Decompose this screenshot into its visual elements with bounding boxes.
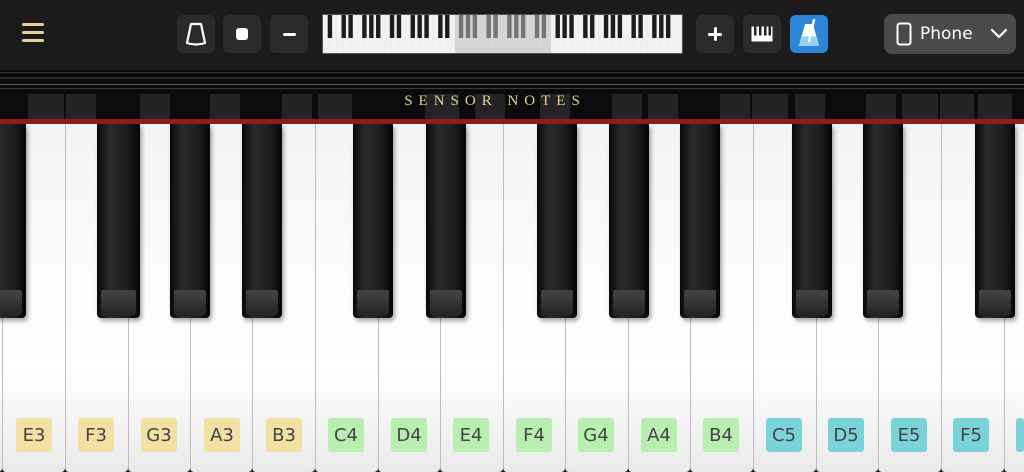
note-label: G3: [141, 418, 177, 452]
minus-icon: [282, 32, 296, 36]
zoom-out-button[interactable]: [270, 15, 308, 53]
black-key-tip: [541, 290, 573, 316]
hamburger-menu-icon[interactable]: [20, 20, 48, 48]
black-key[interactable]: [353, 124, 393, 318]
note-label: B3: [266, 418, 302, 452]
plus-icon: [708, 27, 722, 41]
black-key[interactable]: [170, 124, 210, 318]
device-label: Phone: [920, 24, 973, 44]
top-toolbar: Phone: [0, 0, 1024, 70]
zoom-in-button[interactable]: [696, 15, 734, 53]
note-label: F5: [953, 418, 989, 452]
stop-button[interactable]: [223, 15, 261, 53]
note-label: D4: [391, 418, 427, 452]
black-key-tip: [430, 290, 462, 316]
note-label: E3: [16, 418, 52, 452]
note-label: G4: [578, 418, 614, 452]
note-label: A3: [204, 418, 240, 452]
piano-keyboard: E3 F3 G3 A3 B3 C4 D4 E4 F4 G4 A4 B4 C5 D5 E5 F5: [0, 124, 1024, 472]
black-key-tip: [0, 290, 22, 316]
note-label: C5: [766, 418, 802, 452]
black-key[interactable]: [97, 124, 140, 318]
brand-logo-text: SENSOR NOTES: [404, 93, 586, 109]
black-key-tip: [979, 290, 1011, 316]
black-key[interactable]: [975, 124, 1015, 318]
black-key[interactable]: [609, 124, 649, 318]
note-label: B4: [703, 418, 739, 452]
black-key-tip: [867, 290, 899, 316]
phone-icon: [896, 22, 912, 46]
black-key[interactable]: [537, 124, 577, 318]
black-key[interactable]: [863, 124, 903, 318]
black-key-tip: [357, 290, 389, 316]
note-label: F3: [78, 418, 114, 452]
keyboard-layout-button[interactable]: [743, 15, 781, 53]
black-key[interactable]: [242, 124, 282, 318]
black-key[interactable]: [426, 124, 466, 318]
metronome-button[interactable]: [177, 15, 215, 53]
black-key-tip: [101, 290, 136, 316]
black-key[interactable]: [0, 124, 26, 318]
note-label: E5: [891, 418, 927, 452]
black-key-tip: [613, 290, 645, 316]
black-key-tip: [684, 290, 716, 316]
device-select[interactable]: Phone: [884, 14, 1016, 54]
metronome-icon: [185, 22, 207, 46]
black-key[interactable]: [680, 124, 720, 318]
black-key[interactable]: [792, 124, 832, 318]
note-label: C4: [328, 418, 364, 452]
stop-icon: [236, 28, 248, 40]
keyboard-minimap[interactable]: [322, 14, 683, 54]
black-key-tip: [796, 290, 828, 316]
note-label: E4: [453, 418, 489, 452]
piano-keys-icon: [751, 26, 773, 42]
black-key-tip: [174, 290, 206, 316]
note-label: D5: [828, 418, 864, 452]
chevron-down-icon: [990, 28, 1007, 39]
note-label: A4: [641, 418, 677, 452]
metronome-toggle-button[interactable]: [790, 15, 828, 53]
minimap-viewport[interactable]: [455, 15, 551, 53]
note-label-partial: [1016, 418, 1024, 452]
note-label: F4: [516, 418, 552, 452]
metronome-icon: [799, 19, 819, 46]
black-key-tip: [246, 290, 278, 316]
